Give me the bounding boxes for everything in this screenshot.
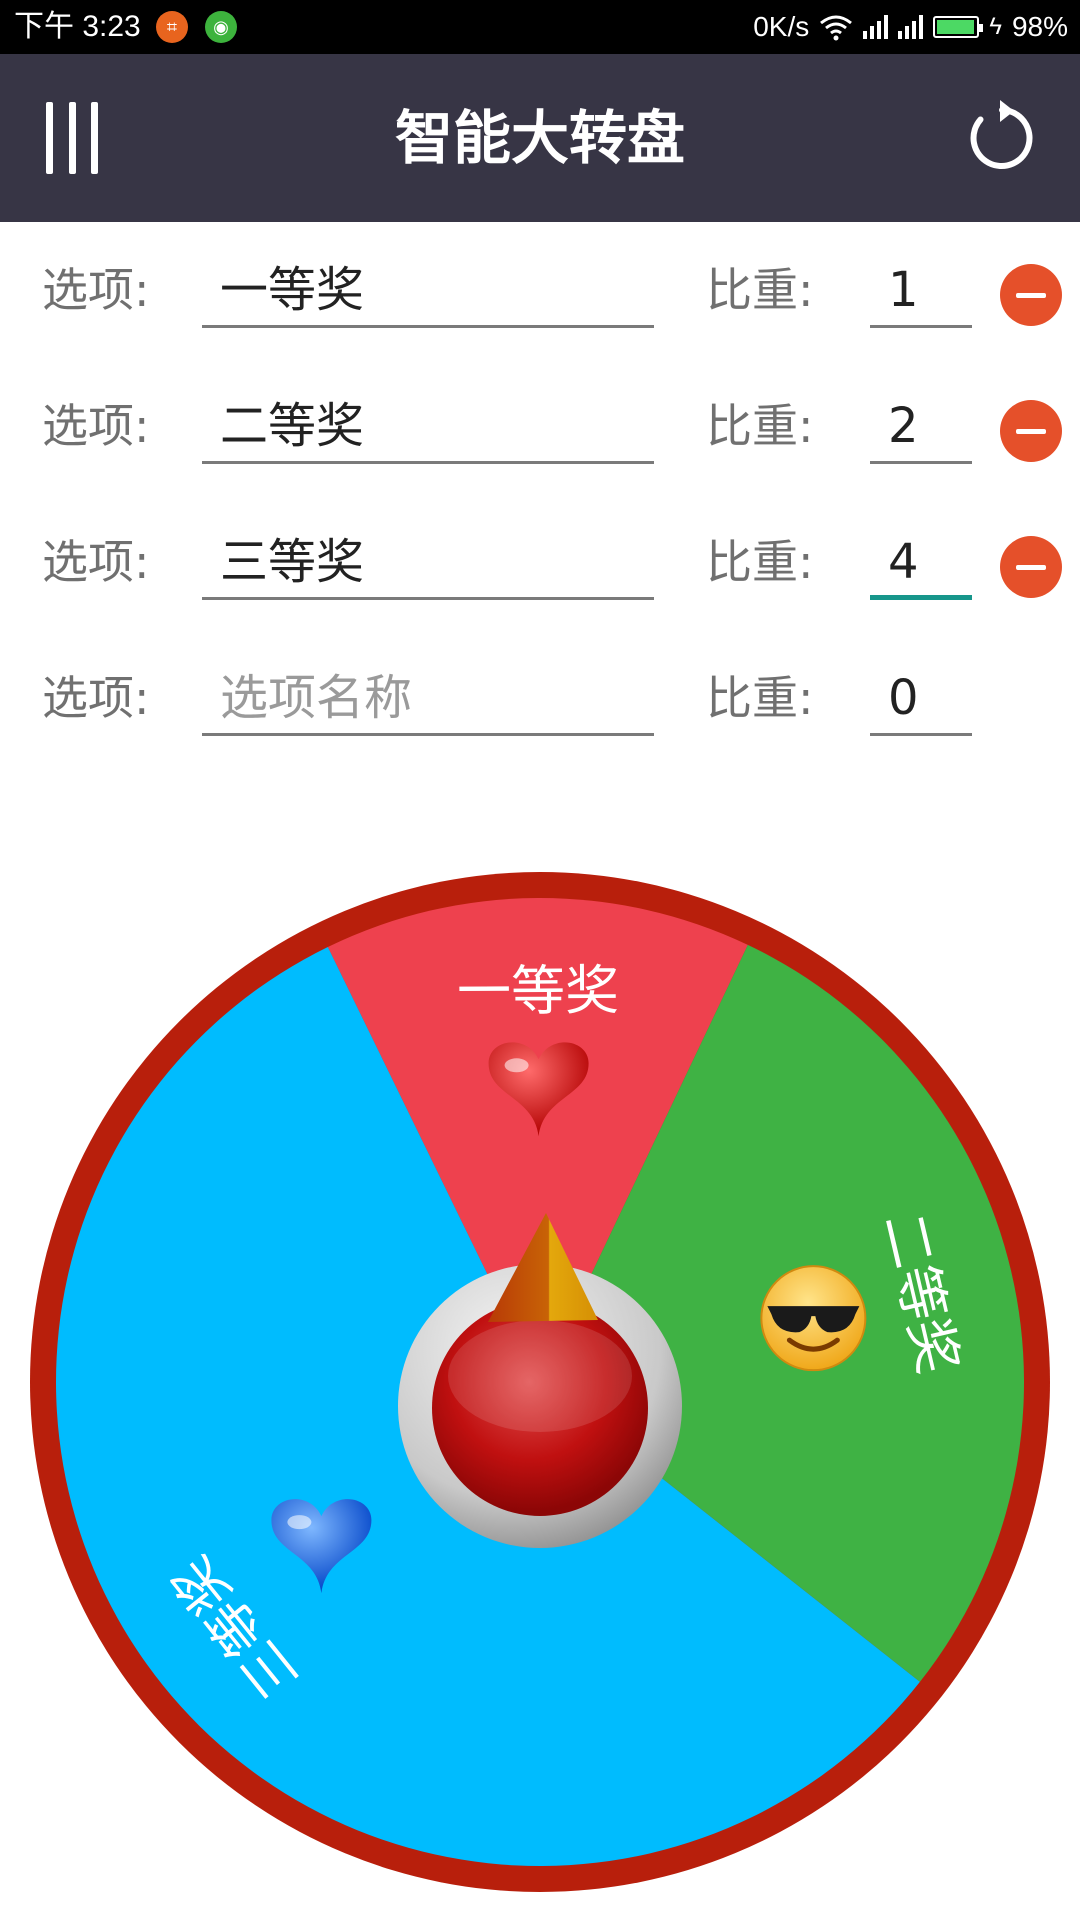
option-row-2: 选项: 二等奖 比重: 2 bbox=[0, 372, 1080, 482]
option-name-input[interactable]: 三等奖 bbox=[202, 526, 654, 600]
option-name-input[interactable]: 二等奖 bbox=[202, 390, 654, 464]
option-label: 选项: bbox=[42, 535, 150, 589]
weight-value: 4 bbox=[888, 534, 919, 590]
weight-label: 比重: bbox=[706, 399, 814, 453]
option-row-new: 选项: 选项名称 比重: 0 bbox=[0, 644, 1080, 754]
option-name-value: 二等奖 bbox=[220, 398, 365, 454]
status-time: 下午 3:23 bbox=[14, 10, 141, 43]
sunglasses-smiley-icon bbox=[760, 1265, 867, 1372]
weight-value: 2 bbox=[888, 398, 919, 454]
option-name-placeholder: 选项名称 bbox=[220, 670, 413, 726]
weight-input[interactable]: 4 bbox=[870, 526, 972, 600]
signal-icon bbox=[863, 15, 889, 39]
battery-icon bbox=[933, 16, 984, 38]
option-label: 选项: bbox=[42, 671, 150, 725]
option-name-input[interactable]: 一等奖 bbox=[202, 254, 654, 328]
wifi-icon bbox=[820, 15, 853, 41]
option-label: 选项: bbox=[42, 263, 150, 317]
weight-input[interactable]: 2 bbox=[870, 390, 972, 464]
prize-wheel[interactable]: 一等奖二等奖三等奖 bbox=[28, 870, 1052, 1894]
weight-value: 1 bbox=[888, 262, 919, 318]
option-label: 选项: bbox=[42, 399, 150, 453]
option-name-value: 三等奖 bbox=[220, 534, 365, 590]
remove-option-button[interactable] bbox=[1000, 400, 1062, 462]
status-bar: 下午 3:23 ⌗ ◉ 0K/s ϟ 98% bbox=[0, 0, 1080, 54]
weight-label: 比重: bbox=[706, 263, 814, 317]
remove-option-button[interactable] bbox=[1000, 536, 1062, 598]
option-name-input[interactable]: 选项名称 bbox=[202, 662, 654, 736]
page-title: 智能大转盘 bbox=[394, 104, 685, 172]
refresh-icon[interactable] bbox=[962, 98, 1042, 178]
signal-icon-2 bbox=[898, 15, 924, 39]
app-bar: 智能大转盘 bbox=[0, 54, 1080, 222]
wheel-segment-label: 一等奖 bbox=[457, 959, 619, 1023]
remove-option-button[interactable] bbox=[1000, 264, 1062, 326]
weight-input[interactable]: 1 bbox=[870, 254, 972, 328]
weight-label: 比重: bbox=[706, 671, 814, 725]
minus-icon bbox=[1016, 428, 1046, 434]
charging-icon: ϟ bbox=[989, 13, 1002, 40]
battery-level: 98% bbox=[1011, 11, 1068, 42]
option-row-1: 选项: 一等奖 比重: 1 bbox=[0, 236, 1080, 346]
weight-value: 0 bbox=[888, 670, 919, 726]
minus-icon bbox=[1016, 292, 1046, 298]
option-row-3: 选项: 三等奖 比重: 4 bbox=[0, 508, 1080, 618]
weight-label: 比重: bbox=[706, 535, 814, 589]
battery-fill bbox=[937, 20, 975, 34]
minus-icon bbox=[1016, 564, 1046, 570]
weight-input[interactable]: 0 bbox=[870, 662, 972, 736]
option-name-value: 一等奖 bbox=[220, 262, 365, 318]
crop-icon: ⌗ bbox=[156, 11, 188, 43]
android-icon: ◉ bbox=[205, 11, 237, 43]
start-button-highlight bbox=[448, 1320, 632, 1432]
status-right: 0K/s ϟ 98% bbox=[753, 10, 1068, 44]
net-speed: 0K/s bbox=[753, 11, 810, 42]
